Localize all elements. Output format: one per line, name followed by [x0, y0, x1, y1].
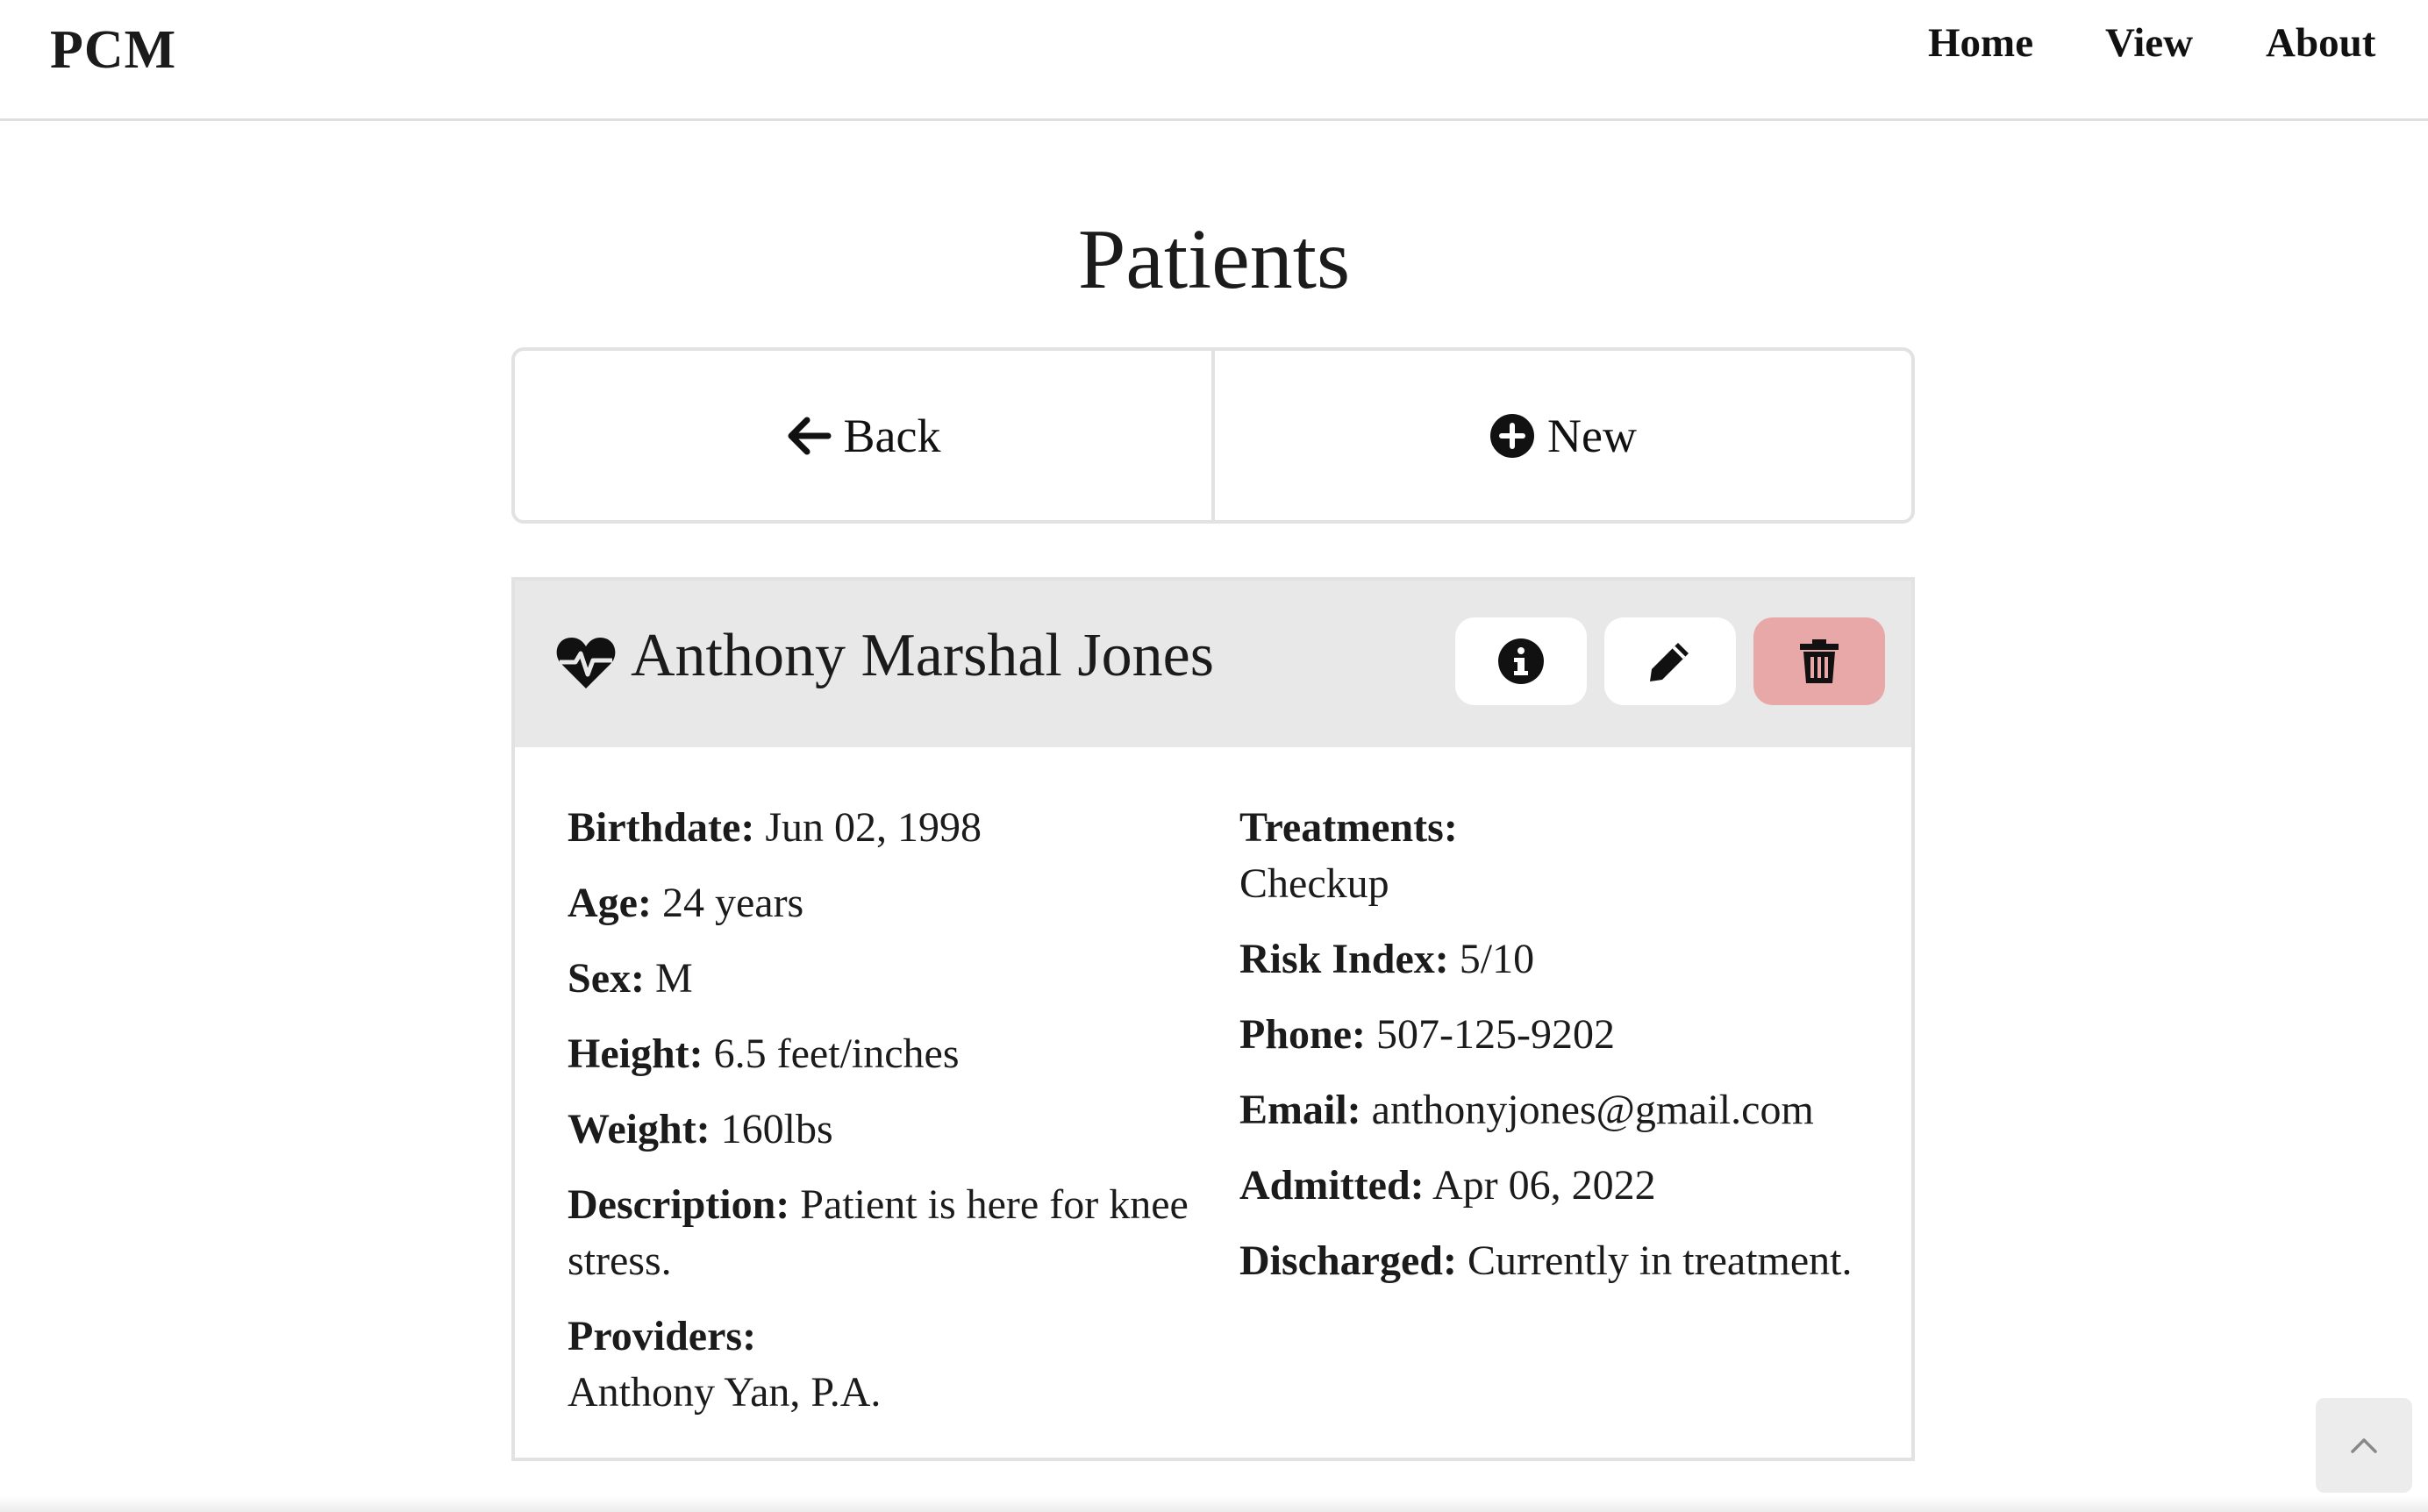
nav-link-view[interactable]: View	[2105, 19, 2193, 67]
field-age: Age: 24 years	[568, 880, 804, 926]
field-description: Description: Patient is here for knee st…	[568, 1181, 1189, 1284]
new-button[interactable]: New	[1211, 351, 1911, 520]
back-button-label: Back	[843, 409, 941, 462]
field-treatments: Treatments: Checkup	[1239, 804, 1458, 907]
page-title: Patients	[1077, 212, 1351, 307]
field-discharged: Discharged: Currently in treatment.	[1239, 1237, 1853, 1284]
heart-pulse-icon	[556, 638, 616, 688]
top-navbar: PCM Home View About	[0, 0, 2428, 121]
arrow-left-icon	[788, 417, 832, 454]
field-risk-index: Risk Index: 5/10	[1239, 936, 1535, 982]
edit-button[interactable]	[1604, 617, 1736, 705]
patient-card: Anthony Marshal Jones Birthdate: Jun 02,…	[511, 577, 1915, 1461]
patient-card-header: Anthony Marshal Jones	[515, 581, 1911, 747]
info-button[interactable]	[1455, 617, 1587, 705]
field-email: Email: anthonyjones@gmail.com	[1239, 1087, 1814, 1133]
pencil-icon	[1650, 643, 1689, 681]
back-button[interactable]: Back	[515, 351, 1211, 520]
nav-link-home[interactable]: Home	[1928, 19, 2033, 67]
field-birthdate: Birthdate: Jun 02, 1998	[568, 804, 982, 851]
patient-name: Anthony Marshal Jones	[631, 622, 1214, 689]
chevron-up-icon	[2351, 1438, 2377, 1453]
field-height: Height: 6.5 feet/inches	[568, 1031, 960, 1077]
info-circle-icon	[1498, 638, 1544, 684]
bottom-shadow	[0, 1496, 2428, 1512]
field-providers: Providers: Anthony Yan, P.A.	[568, 1313, 882, 1416]
action-bar: Back New	[511, 347, 1915, 524]
field-admitted: Admitted: Apr 06, 2022	[1239, 1162, 1656, 1209]
brand-logo[interactable]: PCM	[50, 19, 176, 82]
field-sex: Sex: M	[568, 955, 693, 1002]
field-phone: Phone: 507-125-9202	[1239, 1011, 1615, 1058]
patient-details-right: Treatments: Checkup Risk Index: 5/10 Pho…	[1239, 800, 1889, 1309]
nav-link-about[interactable]: About	[2266, 19, 2375, 67]
patient-details-left: Birthdate: Jun 02, 1998 Age: 24 years Se…	[568, 800, 1199, 1440]
new-button-label: New	[1547, 409, 1637, 462]
scroll-to-top-button[interactable]	[2316, 1398, 2412, 1493]
plus-circle-icon	[1490, 413, 1535, 458]
field-weight: Weight: 160lbs	[568, 1106, 833, 1152]
delete-button[interactable]	[1753, 617, 1885, 705]
trash-icon	[1800, 639, 1839, 683]
